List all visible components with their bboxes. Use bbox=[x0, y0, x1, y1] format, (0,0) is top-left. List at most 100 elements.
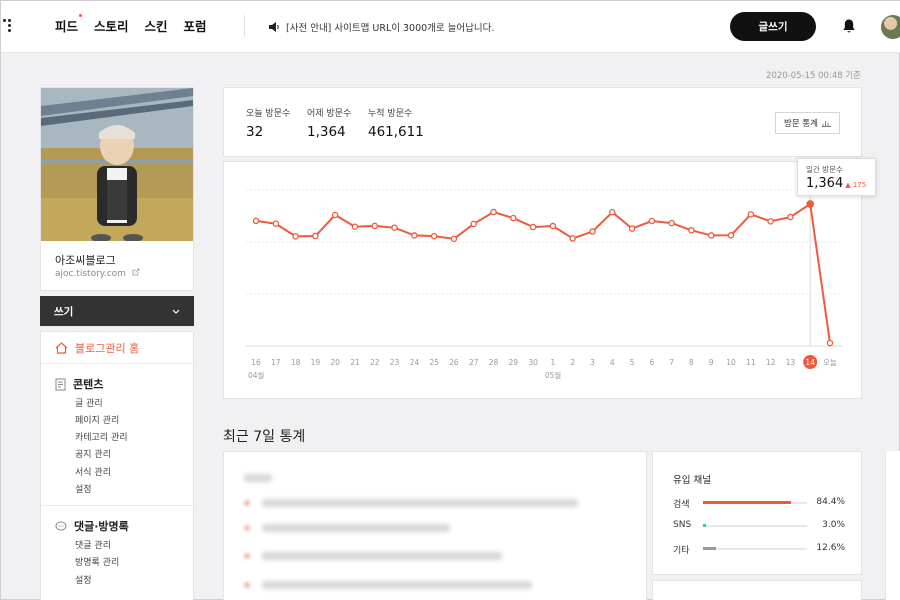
x-tick-label: 17 bbox=[271, 358, 281, 367]
bar-chart-icon bbox=[821, 121, 831, 127]
visit-stats-button[interactable]: 방문 통계 bbox=[775, 112, 840, 134]
speech-bubble-icon bbox=[55, 521, 67, 530]
x-tick-label: 12 bbox=[766, 358, 776, 367]
channel-bar-fill bbox=[703, 501, 791, 504]
data-point[interactable] bbox=[450, 235, 458, 243]
sidebar-item-home[interactable]: 블로그관리 홈 bbox=[55, 340, 139, 356]
data-point[interactable] bbox=[391, 224, 398, 231]
user-avatar[interactable] bbox=[881, 15, 900, 39]
stat-today-label: 오늘 방문수 bbox=[246, 109, 291, 119]
sidebar-item-comments[interactable]: 댓글 관리 bbox=[75, 538, 111, 551]
sidebar-item-comment-settings[interactable]: 설정 bbox=[75, 573, 92, 586]
data-point[interactable] bbox=[806, 200, 815, 208]
data-point[interactable] bbox=[688, 227, 695, 234]
blog-name[interactable]: 아조씨블로그 bbox=[55, 252, 116, 268]
data-point[interactable] bbox=[549, 222, 557, 230]
channel-percent: 3.0% bbox=[822, 520, 845, 530]
x-tick-label: 14 bbox=[805, 358, 815, 367]
data-point[interactable] bbox=[331, 211, 339, 219]
write-post-button[interactable]: 글쓰기 bbox=[730, 12, 816, 41]
x-tick-label: 18 bbox=[291, 358, 301, 367]
nav-story[interactable]: 스토리 bbox=[94, 16, 129, 35]
x-tick-label: 3 bbox=[590, 358, 595, 367]
channel-bar-track bbox=[703, 501, 807, 504]
nav-skin[interactable]: 스킨 bbox=[145, 16, 168, 35]
data-point[interactable] bbox=[707, 232, 715, 239]
sidebar-item-content-settings[interactable]: 설정 bbox=[75, 482, 92, 495]
data-point[interactable] bbox=[351, 223, 359, 230]
x-tick-label: 6 bbox=[649, 358, 654, 367]
x-tick-label: 21 bbox=[350, 358, 360, 367]
blog-url-link[interactable]: ajoc.tistory.com bbox=[55, 268, 140, 279]
data-point[interactable] bbox=[668, 219, 675, 227]
data-point[interactable] bbox=[252, 217, 260, 225]
sidebar-item-pages[interactable]: 페이지 관리 bbox=[75, 413, 119, 426]
data-point[interactable] bbox=[529, 223, 537, 231]
divider bbox=[41, 505, 193, 506]
data-point[interactable] bbox=[569, 235, 576, 242]
data-point[interactable] bbox=[312, 232, 319, 240]
nav-feed[interactable]: 피드 bbox=[55, 14, 83, 35]
data-point[interactable] bbox=[747, 211, 755, 218]
tistory-logo-icon[interactable] bbox=[3, 19, 13, 35]
x-tick-label: 28 bbox=[489, 358, 499, 367]
sidebar-section-comments[interactable]: 댓글·방명록 bbox=[55, 518, 129, 534]
channel-bar-track bbox=[703, 547, 807, 550]
visits-series-line bbox=[255, 202, 831, 344]
bell-icon[interactable] bbox=[841, 18, 857, 34]
blurred-bullet bbox=[244, 500, 250, 506]
sidebar-section-content-label: 콘텐츠 bbox=[73, 378, 104, 391]
data-point[interactable] bbox=[826, 339, 834, 347]
x-tick-label: 5 bbox=[630, 358, 635, 367]
sidebar-item-templates[interactable]: 서식 관리 bbox=[75, 465, 111, 478]
data-point[interactable] bbox=[510, 214, 517, 222]
sidebar-item-notices[interactable]: 공지 관리 bbox=[75, 447, 111, 460]
x-tick-label: 24 bbox=[410, 358, 420, 367]
data-point[interactable] bbox=[490, 208, 497, 216]
x-tick-label: 1 bbox=[551, 358, 556, 367]
data-point[interactable] bbox=[371, 222, 379, 230]
data-point[interactable] bbox=[411, 232, 418, 239]
channel-name: SNS bbox=[673, 520, 692, 530]
sidebar-item-posts[interactable]: 글 관리 bbox=[75, 396, 103, 409]
data-point[interactable] bbox=[470, 220, 477, 228]
tooltip-label: 일간 방문수 bbox=[806, 165, 843, 174]
top-bar: 피드 스토리 스킨 포럼 [사전 안내] 사이트맵 URL이 3000개로 늘어… bbox=[1, 1, 900, 53]
channel-bar-fill bbox=[703, 524, 707, 527]
x-tick-label: 20 bbox=[330, 358, 340, 367]
sidebar-item-guestbook[interactable]: 방명록 관리 bbox=[75, 555, 119, 568]
data-point[interactable] bbox=[767, 218, 774, 225]
write-dropdown[interactable]: 쓰기 bbox=[40, 296, 194, 326]
data-point[interactable] bbox=[430, 232, 438, 240]
data-point[interactable] bbox=[609, 208, 616, 216]
visitor-stats-panel: 오늘 방문수 32 어제 방문수 1,364 누적 방문수 461,611 방문… bbox=[223, 87, 862, 157]
blurred-bullet bbox=[244, 553, 250, 559]
month-label: 05월 bbox=[545, 370, 562, 380]
x-tick-label: 13 bbox=[786, 358, 796, 367]
data-point[interactable] bbox=[272, 220, 280, 227]
chart-tooltip: 일간 방문수 1,364 ▲ 175 bbox=[797, 158, 876, 196]
recent-7day-panel bbox=[223, 451, 647, 600]
data-point[interactable] bbox=[292, 233, 299, 240]
channel-name: 검색 bbox=[673, 500, 690, 510]
main-nav: 피드 스토리 스킨 포럼 bbox=[55, 14, 223, 35]
data-point[interactable] bbox=[648, 217, 656, 225]
new-dot-icon bbox=[79, 14, 83, 17]
sidebar-section-content[interactable]: 콘텐츠 bbox=[55, 376, 103, 392]
data-point[interactable] bbox=[787, 213, 794, 221]
x-tick-label: 29 bbox=[509, 358, 519, 367]
data-point[interactable] bbox=[727, 232, 735, 239]
sidebar-item-categories[interactable]: 카테고리 관리 bbox=[75, 430, 128, 443]
panel-edge bbox=[885, 451, 900, 600]
stat-total-label: 누적 방문수 bbox=[368, 109, 413, 119]
nav-forum[interactable]: 포럼 bbox=[184, 16, 207, 35]
channel-bar-track bbox=[703, 524, 807, 527]
divider bbox=[41, 363, 193, 364]
blurred-text bbox=[262, 581, 532, 589]
notice-link[interactable]: [사전 안내] 사이트맵 URL이 3000개로 늘어납니다. bbox=[269, 20, 494, 34]
x-tick-label: 9 bbox=[709, 358, 714, 367]
inflow-channel-row: SNS 3.0% bbox=[673, 520, 845, 532]
data-point[interactable] bbox=[628, 225, 636, 232]
data-point[interactable] bbox=[589, 228, 596, 235]
channel-bar-fill bbox=[703, 547, 717, 550]
